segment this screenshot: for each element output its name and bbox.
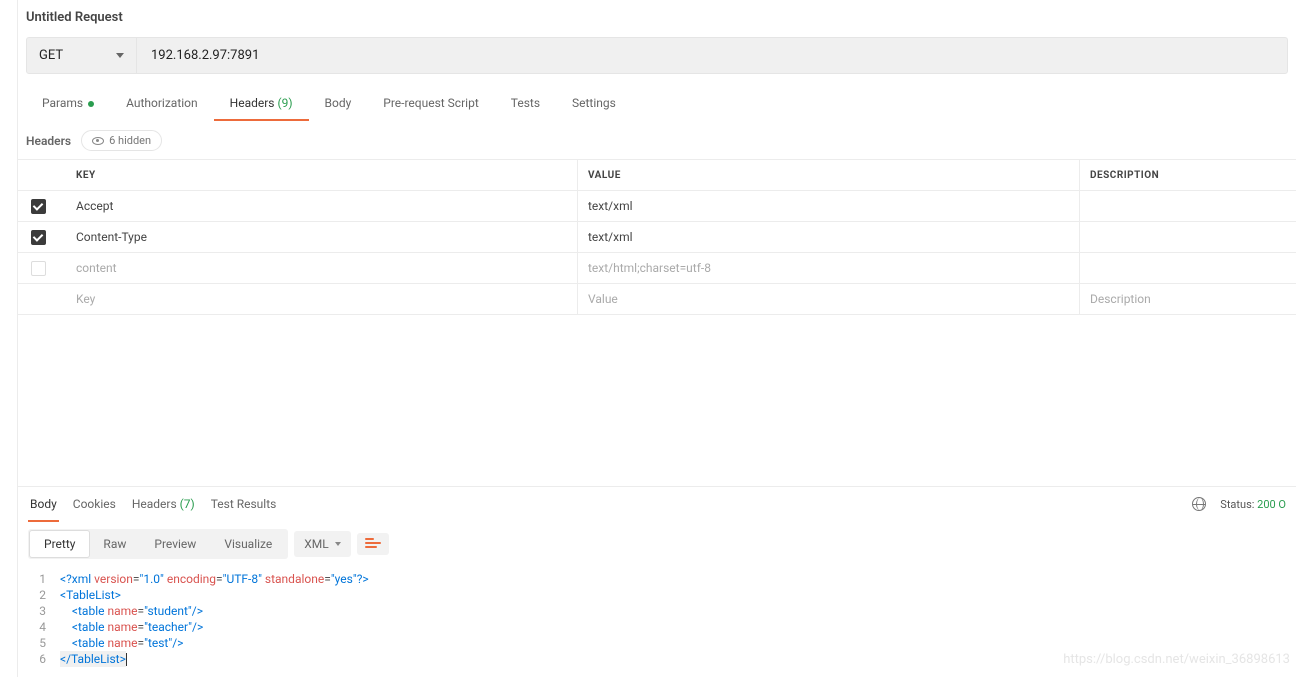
- header-desc-cell[interactable]: [1080, 191, 1296, 221]
- headers-label: Headers: [26, 134, 71, 148]
- col-key: KEY: [58, 160, 578, 190]
- tab-body[interactable]: Body: [309, 88, 368, 120]
- response-view-bar: Pretty Raw Preview Visualize XML: [18, 521, 1296, 567]
- checkbox-icon[interactable]: [31, 230, 46, 245]
- status-label: Status: 200 O: [1220, 498, 1286, 511]
- response-bar: Body Cookies Headers (7) Test Results St…: [18, 486, 1296, 521]
- chevron-down-icon: [335, 542, 341, 546]
- col-description: DESCRIPTION: [1080, 160, 1296, 190]
- tab-tests[interactable]: Tests: [495, 88, 556, 120]
- chevron-down-icon: [116, 53, 124, 58]
- header-value-input[interactable]: Value: [578, 284, 1080, 314]
- checkbox-icon[interactable]: [31, 199, 46, 214]
- http-method-select[interactable]: GET: [27, 38, 137, 73]
- params-indicator-icon: [88, 101, 94, 107]
- header-desc-cell[interactable]: [1080, 253, 1296, 283]
- headers-table: KEY VALUE DESCRIPTION Accept text/xml Co…: [18, 159, 1296, 315]
- view-pretty-button[interactable]: Pretty: [30, 531, 89, 557]
- response-body[interactable]: 1<?xml version="1.0" encoding="UTF-8" st…: [18, 567, 1296, 677]
- http-method-label: GET: [39, 48, 63, 63]
- status-code: 200 O: [1257, 498, 1286, 511]
- tab-authorization[interactable]: Authorization: [110, 88, 214, 120]
- header-desc-cell[interactable]: [1080, 222, 1296, 252]
- resp-tab-headers[interactable]: Headers (7): [130, 487, 197, 521]
- wrap-lines-button[interactable]: [357, 533, 389, 555]
- url-input[interactable]: [137, 38, 1287, 73]
- tab-headers[interactable]: Headers (9): [214, 88, 309, 120]
- header-row-new[interactable]: Key Value Description: [18, 284, 1296, 315]
- text-cursor-icon: [126, 652, 127, 666]
- tab-prerequest[interactable]: Pre-request Script: [367, 88, 494, 120]
- method-url-row: GET: [26, 37, 1288, 74]
- resp-tab-testresults[interactable]: Test Results: [209, 487, 279, 521]
- header-key-cell[interactable]: Accept: [58, 191, 578, 221]
- header-row[interactable]: Content-Type text/xml: [18, 222, 1296, 253]
- resp-tab-body[interactable]: Body: [28, 487, 59, 521]
- view-visualize-button[interactable]: Visualize: [210, 531, 286, 557]
- header-value-cell[interactable]: text/xml: [578, 222, 1080, 252]
- header-key-cell[interactable]: content: [58, 253, 578, 283]
- view-raw-button[interactable]: Raw: [89, 531, 140, 557]
- header-key-input[interactable]: Key: [58, 284, 578, 314]
- header-value-cell[interactable]: text/xml: [578, 191, 1080, 221]
- headers-table-header: KEY VALUE DESCRIPTION: [18, 160, 1296, 191]
- resp-tab-cookies[interactable]: Cookies: [71, 487, 118, 521]
- headers-subheader: Headers 6 hidden: [18, 120, 1296, 159]
- request-tabs: Params Authorization Headers (9) Body Pr…: [18, 88, 1296, 120]
- header-value-cell[interactable]: text/html;charset=utf-8: [578, 253, 1080, 283]
- globe-icon[interactable]: [1192, 497, 1206, 511]
- wrap-lines-icon: [365, 538, 381, 550]
- header-desc-input[interactable]: Description: [1080, 284, 1296, 314]
- tab-settings[interactable]: Settings: [556, 88, 632, 120]
- hidden-headers-toggle[interactable]: 6 hidden: [81, 130, 162, 151]
- request-title[interactable]: Untitled Request: [18, 0, 1296, 33]
- view-preview-button[interactable]: Preview: [140, 531, 210, 557]
- header-key-cell[interactable]: Content-Type: [58, 222, 578, 252]
- view-mode-group: Pretty Raw Preview Visualize: [28, 529, 288, 559]
- format-select[interactable]: XML: [294, 531, 350, 557]
- checkbox-icon[interactable]: [31, 261, 46, 276]
- spacer: [18, 315, 1296, 486]
- left-gutter: [0, 0, 18, 677]
- col-value: VALUE: [578, 160, 1080, 190]
- eye-icon: [92, 137, 104, 145]
- header-row[interactable]: content text/html;charset=utf-8: [18, 253, 1296, 284]
- header-row[interactable]: Accept text/xml: [18, 191, 1296, 222]
- tab-params[interactable]: Params: [26, 88, 110, 120]
